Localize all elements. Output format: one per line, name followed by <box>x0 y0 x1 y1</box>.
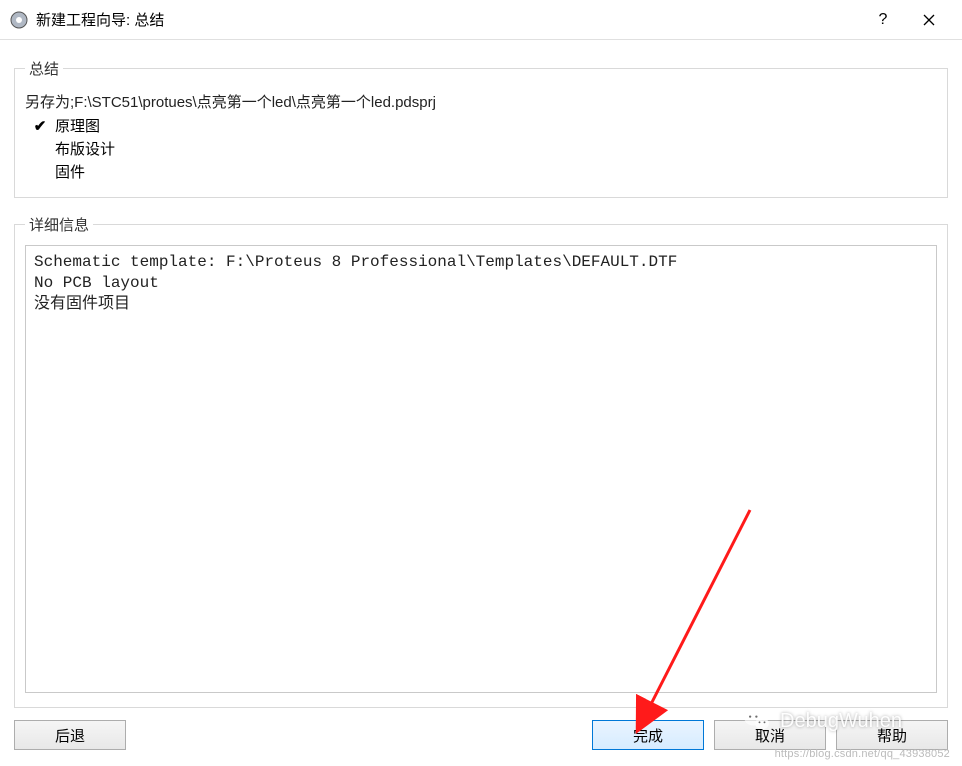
summary-item-label: 布版设计 <box>55 138 115 159</box>
summary-group: 总结 另存为;F:\STC51\protues\点亮第一个led\点亮第一个le… <box>14 58 948 198</box>
app-icon <box>10 11 28 29</box>
details-group: 详细信息 Schematic template: F:\Proteus 8 Pr… <box>14 214 948 708</box>
summary-item-label: 固件 <box>55 161 85 182</box>
close-button[interactable] <box>906 0 952 40</box>
window-title: 新建工程向导: 总结 <box>36 9 860 30</box>
content-area: 总结 另存为;F:\STC51\protues\点亮第一个led\点亮第一个le… <box>0 40 962 708</box>
summary-list: ✔ 原理图 布版设计 固件 <box>25 114 937 183</box>
summary-item: 固件 <box>31 160 937 183</box>
summary-item: 布版设计 <box>31 137 937 160</box>
help-button[interactable]: ? <box>860 0 906 40</box>
check-icon: ✔ <box>31 117 49 135</box>
finish-button[interactable]: 完成 <box>592 720 704 750</box>
summary-item-label: 原理图 <box>55 115 100 136</box>
titlebar: 新建工程向导: 总结 ? <box>0 0 962 40</box>
details-textbox[interactable]: Schematic template: F:\Proteus 8 Profess… <box>25 245 937 693</box>
footer: 后退 完成 取消 帮助 <box>0 708 962 766</box>
summary-legend: 总结 <box>25 58 63 79</box>
help-footer-button[interactable]: 帮助 <box>836 720 948 750</box>
save-as-line: 另存为;F:\STC51\protues\点亮第一个led\点亮第一个led.p… <box>25 89 937 114</box>
details-legend: 详细信息 <box>25 214 93 235</box>
back-button[interactable]: 后退 <box>14 720 126 750</box>
cancel-button[interactable]: 取消 <box>714 720 826 750</box>
summary-item: ✔ 原理图 <box>31 114 937 137</box>
